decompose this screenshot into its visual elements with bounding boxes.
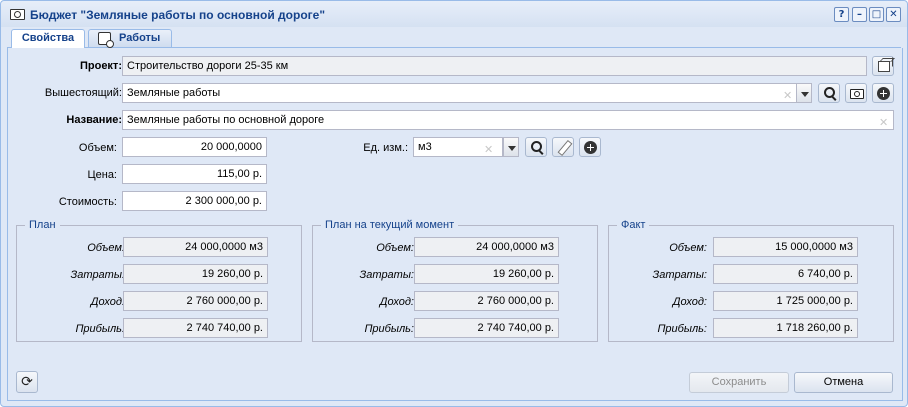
unit-edit-button[interactable] (552, 137, 574, 157)
price-field[interactable]: 115,00 р. (122, 164, 267, 184)
current-volume-value: 24 000,0000 м3 (414, 237, 559, 257)
money-icon (10, 9, 25, 20)
search-icon (824, 87, 835, 98)
calendar-clock-icon (98, 32, 114, 48)
fact-volume-value: 15 000,0000 м3 (713, 237, 858, 257)
current-income-label: Доход: (379, 296, 414, 308)
name-value: Земляные работы по основной дороге (127, 114, 325, 126)
fact-group: Факт Объем: 15 000,0000 м3 Затраты: 6 74… (608, 219, 894, 342)
fact-costs-label: Затраты: (652, 269, 707, 281)
unit-search-button[interactable] (525, 137, 547, 157)
close-button[interactable]: ✕ (886, 7, 901, 22)
refresh-button[interactable]: ⟳ (16, 371, 38, 393)
unit-label: Ед. изм.: (363, 142, 408, 154)
plan-profit-label: Прибыль: (75, 323, 125, 335)
parent-add-button[interactable] (872, 83, 894, 103)
volume-field[interactable]: 20 000,0000 (122, 137, 267, 157)
fact-income-value: 1 725 000,00 р. (713, 291, 858, 311)
fact-income-label: Доход: (672, 296, 707, 308)
current-costs-value: 19 260,00 р. (414, 264, 559, 284)
clear-unit-icon[interactable]: ✕ (484, 141, 493, 156)
add-icon (877, 87, 890, 100)
money-icon (850, 89, 864, 99)
unit-combobox[interactable]: м3 ✕ (413, 137, 503, 157)
plan-volume-value: 24 000,0000 м3 (123, 237, 268, 257)
parent-search-button[interactable] (818, 83, 840, 103)
current-profit-value: 2 740 740,00 р. (414, 318, 559, 338)
unit-value: м3 (418, 141, 432, 153)
clear-parent-icon[interactable]: ✕ (783, 87, 792, 102)
plan-group-title: План (25, 219, 60, 231)
pencil-icon (557, 139, 573, 157)
add-icon (584, 141, 597, 154)
minimize-button[interactable]: – (852, 7, 867, 22)
plan-costs-label: Затраты: (70, 269, 125, 281)
current-plan-group: План на текущий момент Объем: 24 000,000… (312, 219, 598, 342)
tab-properties[interactable]: Свойства (11, 29, 85, 48)
tab-works-label: Работы (119, 32, 161, 44)
cube-icon (878, 61, 890, 72)
fact-costs-value: 6 740,00 р. (713, 264, 858, 284)
name-field[interactable]: Земляные работы по основной дороге ✕ (122, 110, 894, 130)
name-label: Название: (66, 114, 122, 126)
parent-label: Вышестоящий: (44, 87, 122, 99)
plan-costs-value: 19 260,00 р. (123, 264, 268, 284)
properties-panel: Проект: Строительство дороги 25-35 км Вы… (7, 48, 903, 401)
window-titlebar[interactable]: Бюджет "Земляные работы по основной доро… (1, 1, 907, 27)
window-title: Бюджет "Земляные работы по основной доро… (30, 8, 326, 22)
tab-works[interactable]: Работы (88, 29, 172, 48)
current-volume-label: Объем: (376, 242, 414, 254)
plan-volume-label: Объем: (87, 242, 125, 254)
refresh-icon: ⟳ (21, 374, 33, 390)
help-button[interactable]: ? (834, 7, 849, 22)
fact-volume-label: Объем: (669, 242, 707, 254)
budget-window: Бюджет "Земляные работы по основной доро… (0, 0, 908, 407)
parent-combobox[interactable]: Земляные работы ✕ (122, 83, 812, 103)
fact-profit-value: 1 718 260,00 р. (713, 318, 858, 338)
parent-value: Земляные работы (127, 87, 221, 99)
current-costs-label: Затраты: (359, 269, 414, 281)
project-field: Строительство дороги 25-35 км (122, 56, 867, 76)
unit-add-button[interactable] (579, 137, 601, 157)
fact-profit-label: Прибыль: (657, 323, 707, 335)
price-label: Цена: (87, 169, 117, 181)
current-profit-label: Прибыль: (364, 323, 414, 335)
volume-label: Объем: (78, 142, 117, 154)
clear-name-icon[interactable]: ✕ (879, 114, 888, 129)
open-project-button[interactable] (872, 56, 894, 76)
parent-budget-button[interactable] (845, 83, 867, 103)
current-income-value: 2 760 000,00 р. (414, 291, 559, 311)
cancel-button[interactable]: Отмена (794, 372, 893, 393)
cost-field[interactable]: 2 300 000,00 р. (122, 191, 267, 211)
plan-profit-value: 2 740 740,00 р. (123, 318, 268, 338)
parent-dropdown-button[interactable] (796, 83, 812, 103)
fact-group-title: Факт (617, 219, 650, 231)
current-plan-group-title: План на текущий момент (321, 219, 459, 231)
tab-strip: Свойства Работы (7, 27, 901, 48)
tab-properties-label: Свойства (21, 32, 75, 44)
cost-label: Стоимость: (58, 196, 117, 208)
save-button[interactable]: Сохранить (689, 372, 789, 393)
search-icon (531, 141, 542, 152)
plan-income-value: 2 760 000,00 р. (123, 291, 268, 311)
plan-income-label: Доход: (90, 296, 125, 308)
project-label: Проект: (79, 60, 122, 72)
unit-dropdown-button[interactable] (503, 137, 519, 157)
maximize-button[interactable]: □ (869, 7, 884, 22)
plan-group: План Объем: 24 000,0000 м3 Затраты: 19 2… (16, 219, 302, 342)
